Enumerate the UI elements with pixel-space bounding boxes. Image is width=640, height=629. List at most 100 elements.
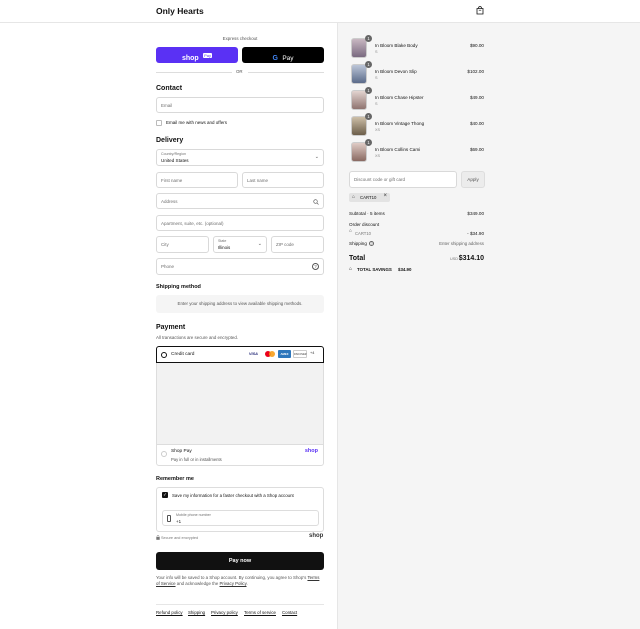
address-field[interactable]: Address [156, 193, 324, 209]
legal-and: and acknowledge the [176, 581, 219, 586]
shop-logo: shop [309, 533, 324, 539]
credit-card-option[interactable]: Credit card VISA AMEX DISCOVER +4 [156, 346, 324, 363]
chevron-down-icon: ⌄ [314, 154, 319, 160]
mobile-phone-icon [167, 515, 171, 522]
discount-code-field[interactable]: Discount code or gift card [349, 171, 457, 188]
total-savings-value: $34.90 [398, 267, 412, 272]
order-discount-value: - $34.90 [467, 231, 484, 236]
shipping-value: Enter shipping address [439, 241, 484, 246]
zip-field[interactable]: ZIP code [271, 236, 324, 253]
email-field[interactable]: Email [156, 97, 324, 113]
product-name: In Bloom Blake Body [375, 43, 418, 48]
apartment-placeholder: Apartment, suite, etc. (optional) [161, 221, 224, 226]
terms-of-service-link[interactable]: Terms of service [244, 610, 276, 615]
product-variant: XS [375, 128, 381, 132]
product-image [351, 90, 367, 110]
product-price: $102.00 [467, 69, 484, 74]
zip-placeholder: ZIP code [276, 242, 294, 247]
product-price: $49.00 [469, 95, 484, 100]
save-info-label: Save my information for a faster checkou… [172, 493, 294, 498]
order-discount-label: Order discount [349, 222, 380, 227]
total-savings-label: TOTAL SAVINGS [357, 267, 392, 272]
footer-divider [156, 604, 324, 605]
mobile-phone-value: +1 [176, 519, 182, 524]
payment-subtitle: All transactions are secure and encrypte… [156, 335, 239, 340]
last-name-field[interactable]: Last name [242, 172, 324, 188]
mobile-phone-label: Mobile phone number [176, 513, 211, 517]
radio-unselected[interactable] [161, 451, 167, 457]
product-variant: S [375, 76, 378, 80]
shopping-bag-icon[interactable] [476, 6, 484, 15]
first-name-placeholder: First name [161, 178, 183, 183]
credit-card-label: Credit card [171, 352, 195, 357]
shop-pay-option[interactable]: Shop Pay Pay in full or in installments … [156, 444, 324, 466]
subtotal-label: Subtotal · 5 items [349, 211, 385, 216]
quantity-badge: 1 [365, 139, 372, 146]
remove-discount-icon[interactable]: × [383, 193, 387, 199]
tag-icon: ⌂ [349, 229, 352, 234]
phone-field[interactable]: Phone ? [156, 258, 324, 275]
help-icon[interactable]: ? [369, 241, 374, 246]
header: Only Hearts [0, 0, 640, 23]
state-value: Illinois [218, 245, 231, 250]
total-value: $314.10 [458, 255, 484, 262]
legal-text: Your info will be saved to a Shop accoun… [156, 575, 324, 587]
or-divider-left [156, 72, 232, 73]
shop-pay-button[interactable]: shop Pay [156, 47, 238, 63]
privacy-link[interactable]: Privacy Policy [220, 581, 247, 586]
legal-prefix: Your info will be saved to a Shop accoun… [156, 575, 307, 580]
brand-logo[interactable]: Only Hearts [156, 6, 204, 16]
subtotal-value: $349.00 [467, 211, 484, 216]
contact-link[interactable]: Contact [282, 610, 297, 615]
save-info-checkbox[interactable]: ✓ [162, 492, 168, 498]
mobile-phone-field[interactable]: Mobile phone number +1 [162, 510, 319, 526]
shipping-link[interactable]: Shipping [188, 610, 205, 615]
newsletter-label: Email me with news and offers [166, 120, 227, 125]
express-checkout-label: Express checkout [222, 36, 258, 41]
card-form-area [156, 363, 324, 444]
discount-placeholder: Discount code or gift card [354, 177, 406, 182]
legal-end: . [246, 581, 248, 586]
product-variant: S [375, 102, 378, 106]
quantity-badge: 1 [365, 113, 372, 120]
pay-now-button[interactable]: Pay now [156, 552, 324, 570]
mastercard-icon [265, 351, 275, 358]
help-icon[interactable]: ? [312, 263, 319, 270]
city-placeholder: City [161, 242, 169, 247]
applied-discount-tag: ⌂ CART10 × [349, 193, 390, 202]
city-field[interactable]: City [156, 236, 209, 253]
chevron-down-icon: ⌄ [257, 241, 262, 247]
quantity-badge: 1 [365, 35, 372, 42]
contact-title: Contact [156, 85, 183, 92]
email-placeholder: Email [161, 103, 173, 108]
product-variant: S [375, 50, 378, 54]
privacy-policy-link[interactable]: Privacy policy [211, 610, 238, 615]
quantity-badge: 1 [365, 61, 372, 68]
product-name: In Bloom Vintage Thong [375, 121, 425, 126]
apartment-field[interactable]: Apartment, suite, etc. (optional) [156, 215, 324, 231]
google-pay-button[interactable]: G Pay [242, 47, 324, 63]
applied-code: CART10 [360, 195, 377, 200]
quantity-badge: 1 [365, 87, 372, 94]
apply-button[interactable]: Apply [461, 171, 485, 188]
newsletter-checkbox[interactable] [156, 120, 162, 126]
lock-icon [156, 535, 160, 540]
radio-selected[interactable] [161, 352, 167, 358]
order-summary-panel [337, 23, 640, 629]
country-select[interactable]: Country/Region United States ⌄ [156, 149, 324, 166]
product-name: In Bloom Collins Cami [375, 147, 421, 152]
shop-pay-badge: Pay [203, 53, 213, 59]
delivery-title: Delivery [156, 137, 184, 144]
first-name-field[interactable]: First name [156, 172, 238, 188]
address-placeholder: Address [161, 199, 178, 204]
state-select[interactable]: State Illinois ⌄ [213, 236, 267, 253]
shop-pay-option-logo: shop [304, 448, 318, 454]
refund-policy-link[interactable]: Refund policy [156, 610, 183, 615]
amex-icon: AMEX [278, 350, 291, 358]
shop-pay-option-title: Shop Pay [171, 449, 192, 454]
phone-placeholder: Phone [161, 264, 175, 269]
savings-tag-icon: ⌂ [349, 266, 353, 272]
search-icon [313, 199, 319, 205]
product-image [351, 38, 367, 58]
country-value: United States [161, 158, 189, 163]
